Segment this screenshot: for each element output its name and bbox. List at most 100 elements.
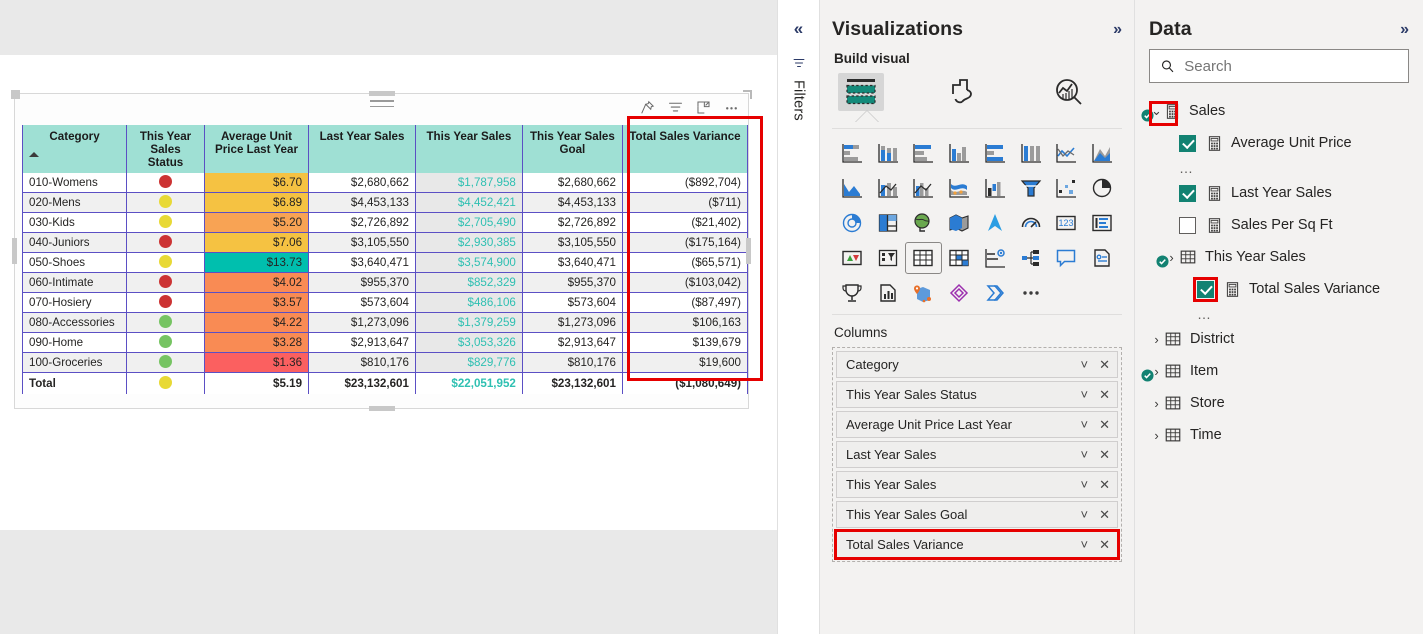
more-options-icon[interactable] [723,99,740,116]
field-chip[interactable]: This Year Sales Status ˅ ✕ [836,381,1118,408]
chevron-down-icon[interactable]: ˅ [1081,447,1089,462]
chevron-right-icon[interactable]: › [1149,428,1164,443]
cell-this-year-sales[interactable]: $829,776 [414,352,523,373]
data-tree-row-total-sales-variance[interactable]: Total Sales Variance [1149,273,1409,305]
resize-handle-top[interactable] [368,91,395,96]
viz-kpi[interactable] [834,243,870,273]
field-ellipsis-menu[interactable]: … [1149,305,1409,323]
viz-arcgis-map[interactable] [906,278,942,308]
cell-this-year-sales-goal[interactable]: $3,640,471 [521,252,623,273]
column-header-average-unit-price-last-year[interactable]: Average Unit Price Last Year [203,125,310,173]
viz-stacked-area-chart[interactable] [834,173,870,203]
cell-average-unit-price-last-year[interactable]: $3.57 [203,292,310,313]
field-chip[interactable]: Category ˅ ✕ [836,351,1118,378]
cell-this-year-sales-goal[interactable]: $810,176 [521,352,623,373]
resize-handle-right[interactable] [746,238,751,264]
chevron-down-icon[interactable]: ˅ [1081,357,1089,372]
expand-data-pane-icon[interactable]: » [1400,21,1409,38]
viz-key-influencers[interactable] [834,278,870,308]
drag-handle-icon[interactable] [369,100,394,111]
data-tree-row-time[interactable]: › Time [1149,419,1409,451]
viz-power-automate[interactable] [977,278,1013,308]
field-chip[interactable]: Average Unit Price Last Year ˅ ✕ [836,411,1118,438]
viz-stacked-column-chart[interactable] [870,138,906,168]
cell-status[interactable] [126,232,205,253]
cell-category[interactable]: 030-Kids [21,212,128,233]
cell-this-year-sales[interactable]: $4,452,421 [414,192,523,213]
table-row[interactable]: 030-Kids $5.20 $2,726,892 $2,705,490 $2,726,… [21,212,749,233]
table-row[interactable]: 010-Womens $6.70 $2,680,662 $1,787,958 $2,68… [21,173,749,193]
cell-average-unit-price-last-year[interactable]: $4.22 [203,312,310,333]
cell-category[interactable]: 050-Shoes [21,252,128,273]
collapse-pane-icon[interactable]: « [794,20,803,37]
viz-powerapps[interactable] [941,278,977,308]
table-row[interactable]: 040-Juniors $7.06 $3,105,550 $2,930,385 $3,1… [21,232,749,253]
cell-total-sales-variance[interactable]: $139,679 [621,332,749,353]
cell-last-year-sales[interactable]: $2,680,662 [308,173,416,193]
cell-status[interactable] [126,252,205,273]
cell-this-year-sales[interactable]: $1,787,958 [414,173,523,193]
table-row[interactable]: 080-Accessories $4.22 $1,273,096 $1,379,259… [21,312,749,333]
cell-this-year-sales[interactable]: $1,379,259 [414,312,523,333]
cell-total-sales-variance[interactable]: $106,163 [621,312,749,333]
viz-100-stacked-bar-chart[interactable] [977,138,1013,168]
cell-this-year-sales[interactable]: $2,705,490 [414,212,523,233]
cell-last-year-sales[interactable]: $573,604 [308,292,416,313]
remove-field-icon[interactable]: ✕ [1099,417,1110,433]
cell-category[interactable]: 070-Hosiery [21,292,128,313]
cell-average-unit-price-last-year[interactable]: $3.28 [203,332,310,353]
viz-donut-chart[interactable] [834,208,870,238]
format-visual-tab[interactable] [942,73,988,111]
focus-mode-icon[interactable] [695,99,712,116]
pin-icon[interactable] [639,99,656,116]
build-visual-tab[interactable] [838,73,884,111]
cell-status[interactable] [126,312,205,333]
cell-last-year-sales[interactable]: $1,273,096 [308,312,416,333]
table-row[interactable]: 020-Mens $6.89 $4,453,133 $4,452,421 $4,453,… [21,192,749,213]
cell-status[interactable] [126,192,205,213]
cell-category[interactable]: 020-Mens [21,192,128,213]
viz-slicer[interactable] [870,243,906,273]
column-header-last-year-sales[interactable]: Last Year Sales [308,125,416,173]
table-row[interactable]: 070-Hosiery $3.57 $573,604 $486,106 $573,604… [21,292,749,313]
cell-average-unit-price-last-year[interactable]: $13.73 [203,252,310,273]
more-options-icon[interactable]: … [1179,160,1195,176]
column-header-this-year-sales-status[interactable]: This Year Sales Status [126,125,205,173]
chevron-down-icon[interactable]: ˅ [1081,387,1089,402]
cell-status[interactable] [126,212,205,233]
viz-ribbon-chart[interactable] [941,173,977,203]
viz-more-visuals[interactable] [1013,278,1049,308]
chevron-down-icon[interactable]: ˅ [1081,537,1089,552]
viz-azure-map[interactable] [977,208,1013,238]
data-tree-row-sales[interactable]: ⌄ Sales [1141,95,1409,127]
data-tree-row-district[interactable]: › District [1149,323,1409,355]
field-checkbox[interactable] [1179,184,1196,202]
more-options-icon[interactable]: … [1197,306,1213,322]
cell-this-year-sales-goal[interactable]: $2,913,647 [521,332,623,353]
cell-this-year-sales[interactable]: $486,106 [414,292,523,313]
cell-total-sales-variance[interactable]: ($103,042) [621,272,749,293]
cell-total-sales-variance[interactable]: ($65,571) [621,252,749,273]
data-tree-row-last-year-sales[interactable]: Last Year Sales [1149,177,1409,209]
resize-handle-left[interactable] [12,238,17,264]
data-tree-row-store[interactable]: › Store [1149,387,1409,419]
analytics-tab[interactable] [1046,73,1092,111]
resize-handle-bottom[interactable] [368,406,395,411]
cell-this-year-sales-goal[interactable]: $3,105,550 [521,232,623,253]
data-tree-row-this-year-sales[interactable]: › This Year Sales [1149,241,1409,273]
remove-field-icon[interactable]: ✕ [1099,507,1110,523]
viz-100-stacked-column-chart[interactable] [1013,138,1049,168]
viz-q-and-a[interactable] [1049,243,1085,273]
remove-field-icon[interactable]: ✕ [1099,477,1110,493]
cell-status[interactable] [126,292,205,313]
cell-category[interactable]: 090-Home [21,332,128,353]
expand-pane-icon[interactable]: » [1113,21,1122,38]
viz-pie-chart[interactable] [1084,173,1120,203]
column-header-this-year-sales[interactable]: This Year Sales [414,125,523,173]
table-row[interactable]: 060-Intimate $4.02 $955,370 $852,329 $955,37… [21,272,749,293]
cell-average-unit-price-last-year[interactable]: $6.89 [203,192,310,213]
table-row[interactable]: 100-Groceries $1.36 $810,176 $829,776 $810,1… [21,352,749,373]
cell-last-year-sales[interactable]: $4,453,133 [308,192,416,213]
viz-clustered-bar-chart[interactable] [906,138,942,168]
cell-this-year-sales-goal[interactable]: $1,273,096 [521,312,623,333]
